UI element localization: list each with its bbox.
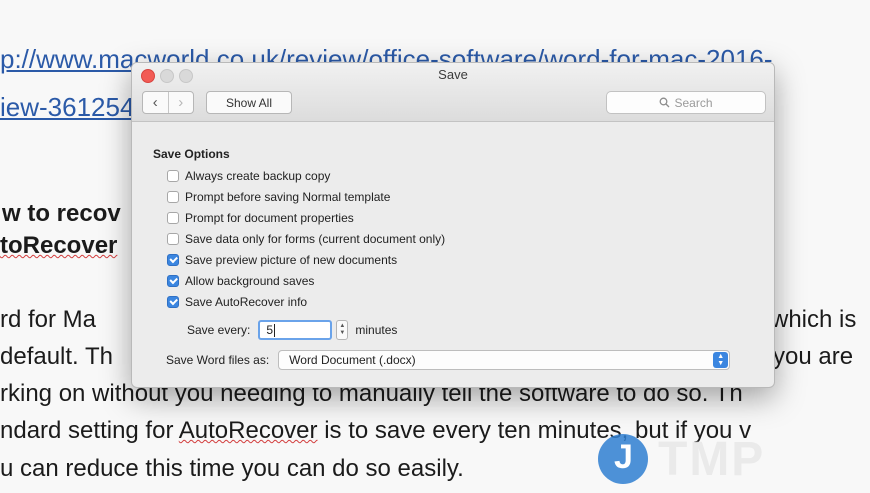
back-forward-group: ‹ ›	[142, 91, 194, 114]
stepper-down-icon[interactable]: ▼	[339, 330, 345, 337]
option-label: Save AutoRecover info	[185, 295, 308, 309]
window-title: Save	[438, 67, 468, 82]
doc-body-line-1-right: which is	[771, 306, 857, 333]
doc-body-line-2-left: default. Th	[0, 343, 113, 370]
save-every-value: 5	[266, 323, 274, 337]
checkbox-prompt-document-properties[interactable]	[167, 212, 179, 224]
search-placeholder: Search	[674, 95, 713, 110]
option-save-autorecover-info[interactable]: Save AutoRecover info	[167, 295, 307, 309]
forward-button[interactable]: ›	[167, 92, 194, 113]
doc-body-line-4-autorecover: AutoRecover	[178, 417, 318, 444]
option-label: Prompt before saving Normal template	[185, 190, 391, 204]
minutes-label: minutes	[355, 323, 398, 337]
doc-body-line-5: u can reduce this time you can do so eas…	[0, 455, 464, 482]
save-every-row: Save every: 5 ▲ ▼ minutes	[187, 320, 397, 340]
option-label: Allow background saves	[185, 274, 315, 288]
search-field[interactable]: Search	[606, 91, 766, 114]
save-as-row: Save Word files as: Word Document (.docx…	[166, 350, 731, 370]
checkbox-save-data-only-forms[interactable]	[167, 233, 179, 245]
checkbox-allow-background-saves[interactable]	[167, 275, 179, 287]
option-prompt-normal-template[interactable]: Prompt before saving Normal template	[167, 190, 390, 204]
doc-body-line-4-pre: ndard setting for	[0, 417, 179, 444]
doc-heading-line-1: w to recov	[2, 200, 121, 227]
save-every-label: Save every:	[187, 323, 251, 337]
text-cursor	[274, 323, 276, 337]
watermark-logo: J TMP	[598, 432, 848, 486]
checkbox-prompt-normal-template[interactable]	[167, 191, 179, 203]
show-all-button[interactable]: Show All	[206, 91, 292, 114]
option-label: Save data only for forms (current docume…	[185, 232, 446, 246]
save-every-input[interactable]: 5	[258, 320, 333, 340]
save-as-label: Save Word files as:	[166, 353, 270, 367]
option-save-data-only-forms[interactable]: Save data only for forms (current docume…	[167, 232, 445, 246]
save-options-title: Save Options	[153, 147, 230, 161]
save-format-select[interactable]: Word Document (.docx) ▲ ▼	[278, 350, 731, 370]
doc-url-line-2[interactable]: iew-3612547	[0, 92, 149, 123]
option-save-preview-picture[interactable]: Save preview picture of new documents	[167, 253, 397, 267]
option-prompt-document-properties[interactable]: Prompt for document properties	[167, 211, 354, 225]
option-label: Save preview picture of new documents	[185, 253, 398, 267]
checkbox-always-create-backup[interactable]	[167, 170, 179, 182]
preferences-content: Save Options Always create backup copy P…	[132, 122, 774, 387]
select-arrows-icon[interactable]: ▲ ▼	[713, 352, 729, 368]
search-icon	[660, 97, 670, 108]
doc-body-line-1-left: rd for Ma	[0, 306, 97, 333]
option-allow-background-saves[interactable]: Allow background saves	[167, 274, 314, 288]
watermark-text: TMP	[658, 433, 766, 486]
window-titlebar[interactable]: Save ‹ › Show All Search	[132, 63, 774, 122]
option-always-create-backup[interactable]: Always create backup copy	[167, 169, 330, 183]
doc-heading-line-2: toRecover	[0, 232, 118, 259]
back-button[interactable]: ‹	[143, 92, 168, 113]
stepper-up-icon[interactable]: ▲	[339, 323, 345, 330]
watermark-letter: J	[614, 438, 633, 476]
chevron-right-icon: ›	[178, 94, 184, 111]
minutes-stepper[interactable]: ▲ ▼	[336, 320, 349, 340]
save-format-value: Word Document (.docx)	[289, 353, 416, 367]
option-label: Always create backup copy	[185, 169, 331, 183]
doc-body-line-2-right: you are	[773, 343, 854, 370]
checkbox-save-autorecover-info[interactable]	[167, 296, 179, 308]
save-preferences-window: Save ‹ › Show All Search Save Options Al…	[131, 62, 775, 388]
option-label: Prompt for document properties	[185, 211, 354, 225]
checkbox-save-preview-picture[interactable]	[167, 254, 179, 266]
chevron-left-icon: ‹	[152, 94, 158, 111]
